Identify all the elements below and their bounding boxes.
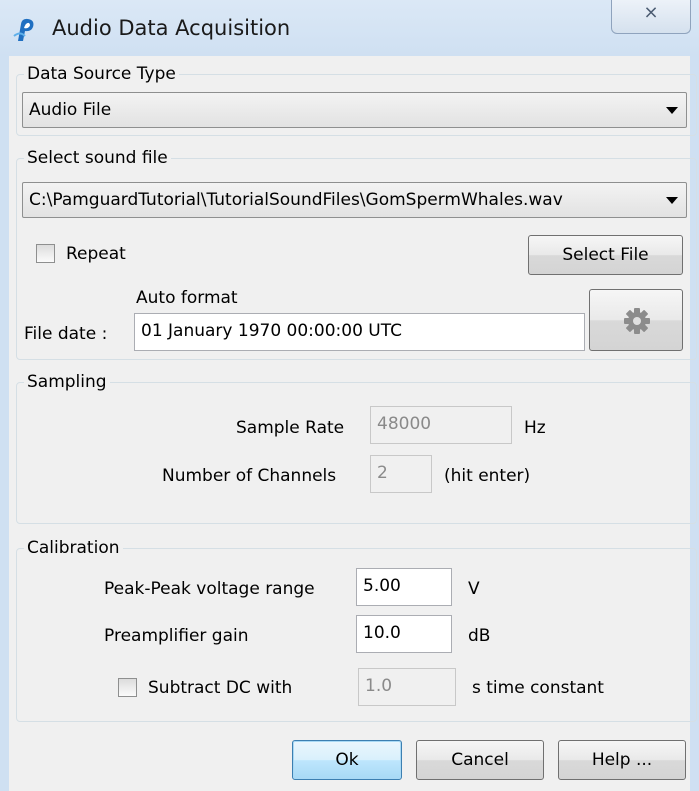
- channels-value: 2: [377, 463, 388, 483]
- data-source-group-label: Data Source Type: [24, 63, 179, 85]
- auto-format-label: Auto format: [136, 288, 238, 308]
- pamguard-app-icon: [12, 16, 38, 42]
- dc-time-constant-input[interactable]: 1.0: [358, 668, 456, 706]
- calibration-group-label: Calibration: [24, 537, 123, 559]
- data-source-selected-value: Audio File: [29, 100, 112, 120]
- preamp-gain-label: Preamplifier gain: [104, 626, 249, 646]
- dc-time-constant-unit: s time constant: [472, 678, 604, 698]
- sound-file-select[interactable]: C:\PamguardTutorial\TutorialSoundFiles\G…: [22, 182, 687, 218]
- cancel-button[interactable]: Cancel: [416, 740, 544, 780]
- file-date-input[interactable]: 01 January 1970 00:00:00 UTC: [134, 313, 585, 351]
- sampling-group: [16, 382, 697, 524]
- preamp-gain-unit: dB: [468, 626, 491, 646]
- sampling-group-label: Sampling: [24, 371, 110, 393]
- sound-file-path: C:\PamguardTutorial\TutorialSoundFiles\G…: [29, 190, 563, 210]
- ok-button-label: Ok: [335, 750, 359, 770]
- ok-button[interactable]: Ok: [292, 740, 402, 780]
- help-button-label: Help ...: [591, 750, 653, 770]
- pp-voltage-label: Peak-Peak voltage range: [104, 579, 315, 599]
- sample-rate-unit: Hz: [524, 418, 546, 438]
- pp-voltage-input[interactable]: 5.00: [356, 568, 452, 606]
- chevron-down-icon: [666, 107, 678, 114]
- file-date-label: File date :: [24, 324, 108, 344]
- file-date-settings-button[interactable]: [589, 289, 683, 351]
- window-title: Audio Data Acquisition: [52, 16, 291, 40]
- pp-voltage-value: 5.00: [363, 576, 401, 596]
- chevron-down-icon: [666, 197, 678, 204]
- sample-rate-label: Sample Rate: [236, 418, 345, 438]
- subtract-dc-checkbox[interactable]: [118, 678, 137, 697]
- preamp-gain-value: 10.0: [363, 623, 401, 643]
- help-button[interactable]: Help ...: [558, 740, 686, 780]
- data-source-select[interactable]: Audio File: [22, 92, 687, 128]
- subtract-dc-label: Subtract DC with: [148, 678, 293, 698]
- sound-file-group-label: Select sound file: [24, 147, 171, 169]
- file-date-value: 01 January 1970 00:00:00 UTC: [141, 321, 403, 341]
- close-icon: ⨯: [643, 2, 659, 23]
- close-button[interactable]: ⨯: [611, 0, 691, 34]
- gear-icon: [624, 308, 650, 334]
- channels-input[interactable]: 2: [370, 455, 432, 493]
- cancel-button-label: Cancel: [451, 750, 509, 770]
- select-file-button-label: Select File: [562, 245, 649, 265]
- channels-hint: (hit enter): [444, 466, 531, 486]
- select-file-button[interactable]: Select File: [528, 235, 683, 275]
- preamp-gain-input[interactable]: 10.0: [356, 615, 452, 653]
- pp-voltage-unit: V: [468, 579, 480, 599]
- repeat-checkbox[interactable]: [36, 244, 55, 263]
- sample-rate-input[interactable]: 48000: [370, 406, 512, 444]
- dc-time-constant-value: 1.0: [365, 676, 393, 696]
- repeat-label: Repeat: [66, 244, 126, 264]
- window-frame-left: [0, 56, 9, 791]
- sample-rate-value: 48000: [377, 414, 432, 434]
- channels-label: Number of Channels: [162, 466, 337, 486]
